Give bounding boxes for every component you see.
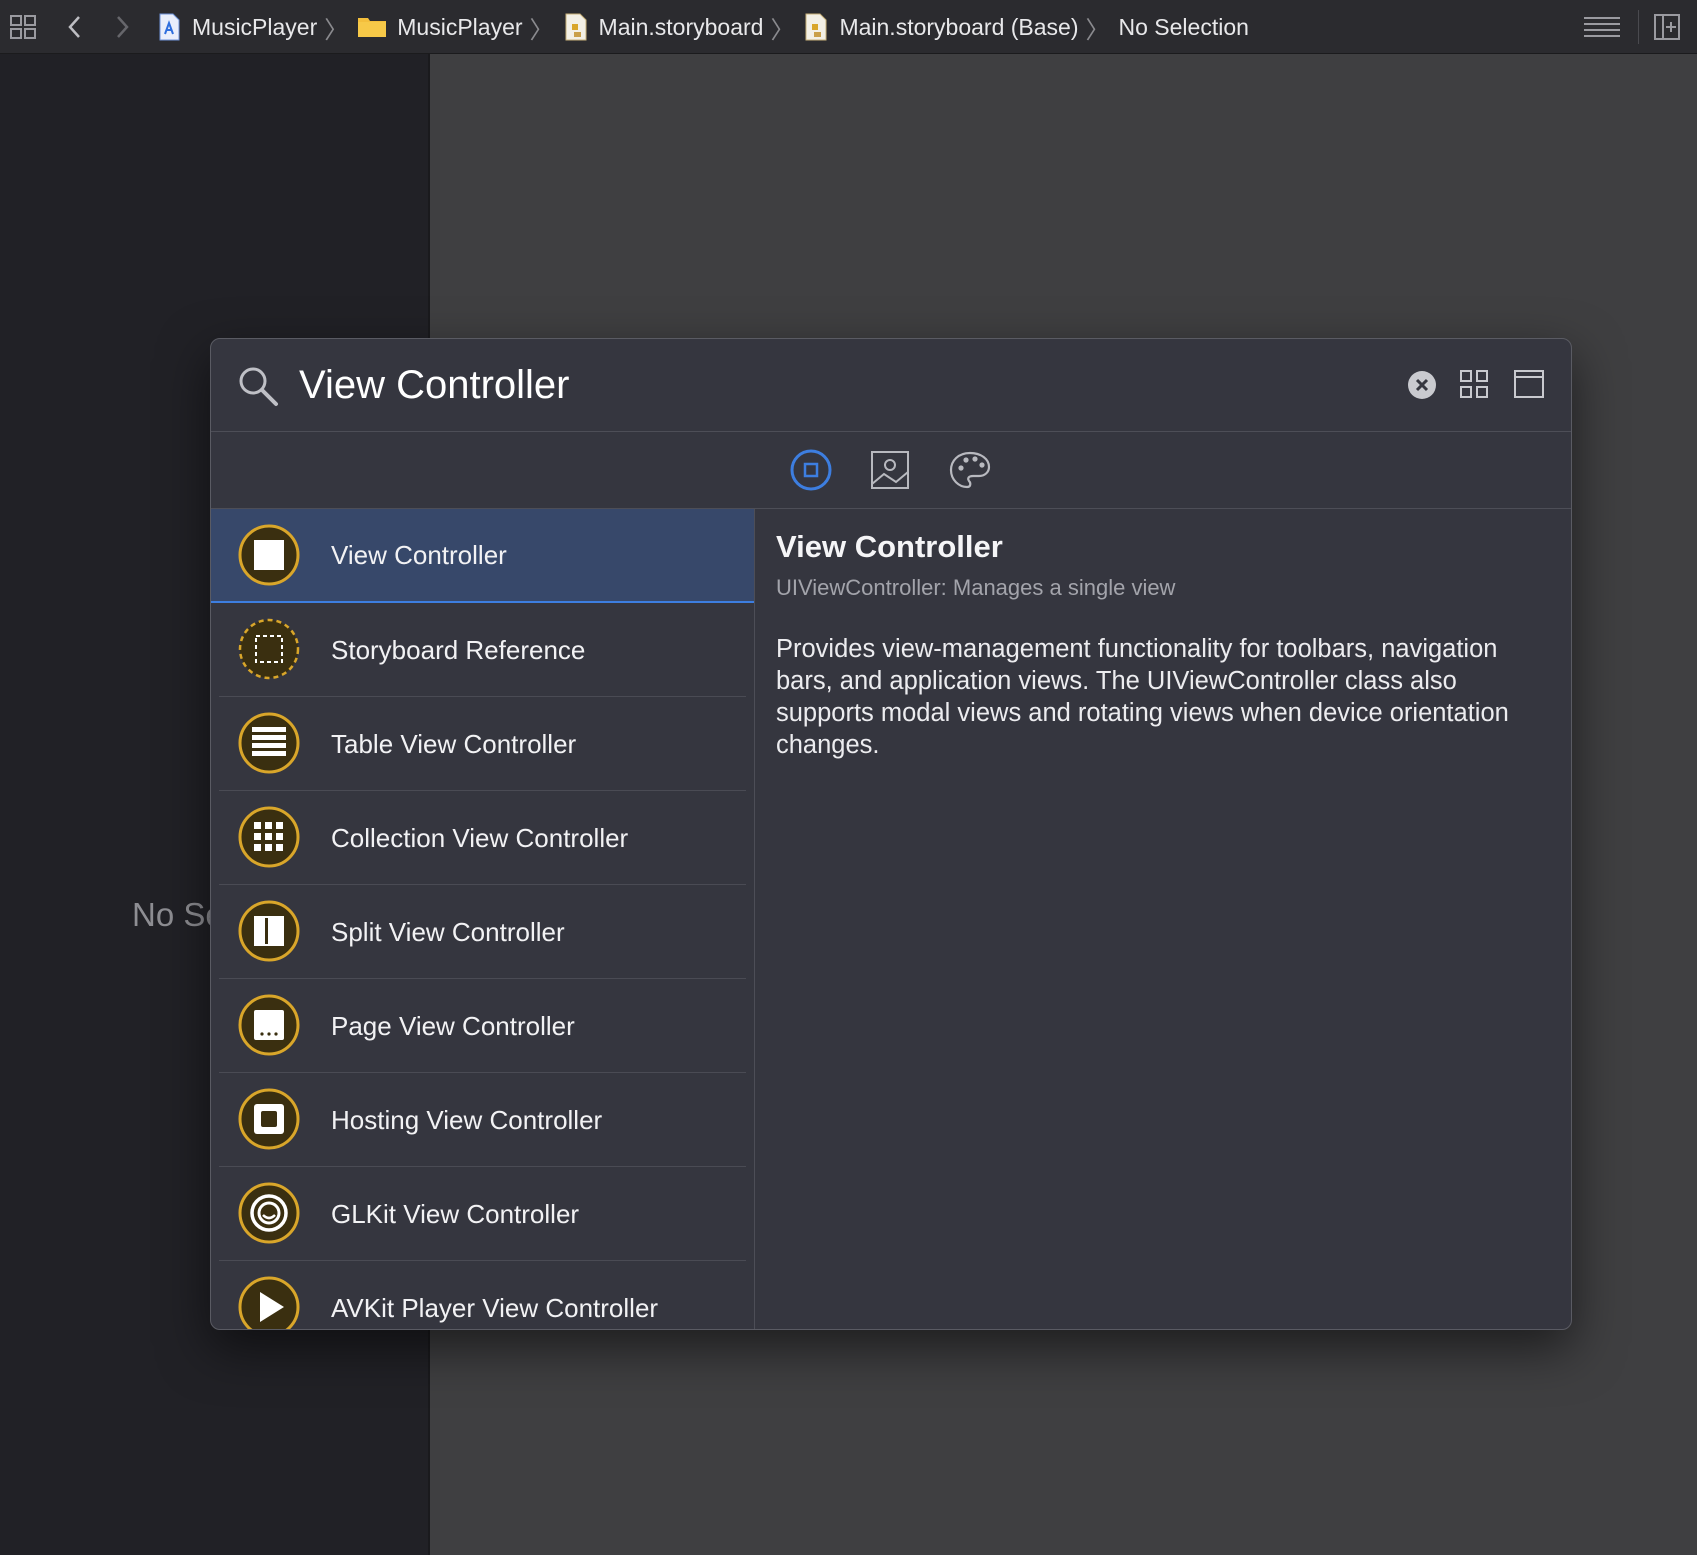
add-editor-icon[interactable] xyxy=(1652,12,1682,42)
list-item-label: Page View Controller xyxy=(331,1010,575,1041)
detail-panel-icon[interactable] xyxy=(1513,369,1545,399)
list-item[interactable]: Hosting View Controller xyxy=(211,1073,754,1167)
breadcrumb-storyboard[interactable]: Main.storyboard xyxy=(563,13,763,41)
breadcrumb-project[interactable]: MusicPlayer xyxy=(156,13,317,41)
library-search-input[interactable] xyxy=(299,357,1379,413)
project-icon xyxy=(156,13,182,41)
back-icon[interactable] xyxy=(60,12,90,42)
folder-icon xyxy=(357,13,387,41)
split-view-controller-icon xyxy=(238,900,300,962)
library-results-list: View Controller Storyboard Reference Tab… xyxy=(211,509,755,1329)
library-detail-pane: View Controller UIViewController: Manage… xyxy=(776,529,1546,761)
grid-view-icon[interactable] xyxy=(1459,369,1489,399)
glkit-view-controller-icon xyxy=(238,1182,300,1244)
list-item-label: Hosting View Controller xyxy=(331,1104,603,1135)
tab-media[interactable] xyxy=(868,448,912,492)
tab-colors[interactable] xyxy=(948,448,992,492)
objects-icon xyxy=(790,449,832,491)
breadcrumb-separator-icon: 〉 xyxy=(324,16,349,44)
document-items-icon[interactable] xyxy=(1584,12,1620,42)
palette-icon xyxy=(949,451,991,489)
storyboard-file-icon xyxy=(803,13,829,41)
forward-icon[interactable] xyxy=(107,12,137,42)
image-icon xyxy=(871,451,909,489)
list-item-label: Split View Controller xyxy=(331,916,565,947)
list-item-label: Collection View Controller xyxy=(331,822,629,853)
breadcrumb-separator-icon: 〉 xyxy=(770,16,795,44)
object-library-popover: View Controller Storyboard Reference Tab… xyxy=(210,338,1572,1330)
page-view-controller-icon xyxy=(238,994,300,1056)
list-item[interactable]: Page View Controller xyxy=(211,979,754,1073)
library-search-bar xyxy=(211,339,1571,432)
detail-subtitle: UIViewController: Manages a single view xyxy=(776,575,1176,600)
list-item-label: Storyboard Reference xyxy=(331,634,586,665)
breadcrumb-separator-icon: 〉 xyxy=(529,16,554,44)
breadcrumb-no-selection[interactable]: No Selection xyxy=(1119,14,1249,41)
collection-view-controller-icon xyxy=(238,806,300,868)
breadcrumb-folder[interactable]: MusicPlayer xyxy=(357,13,523,41)
list-item-label: GLKit View Controller xyxy=(331,1198,580,1229)
library-tabs xyxy=(211,432,1571,509)
list-item[interactable]: View Controller xyxy=(211,509,754,603)
list-item[interactable]: Collection View Controller xyxy=(211,791,754,885)
jump-bar: MusicPlayer 〉 MusicPlayer 〉 Main.storybo… xyxy=(0,0,1697,54)
storyboard-file-icon xyxy=(563,13,589,41)
breadcrumb-storyboard-base[interactable]: Main.storyboard (Base) xyxy=(803,13,1079,41)
breadcrumb: MusicPlayer 〉 MusicPlayer 〉 Main.storybo… xyxy=(156,0,1249,54)
table-view-controller-icon xyxy=(238,712,300,774)
toolbar-divider xyxy=(1638,10,1639,44)
search-icon xyxy=(237,365,279,412)
list-item[interactable]: Split View Controller xyxy=(211,885,754,979)
tab-objects[interactable] xyxy=(789,448,833,492)
storyboard-reference-icon xyxy=(238,618,300,680)
detail-title: View Controller xyxy=(776,529,1003,564)
breadcrumb-separator-icon: 〉 xyxy=(1085,16,1110,44)
view-controller-icon xyxy=(238,524,300,586)
list-item[interactable]: GLKit View Controller xyxy=(211,1167,754,1261)
avkit-player-icon xyxy=(238,1276,300,1329)
list-item[interactable]: AVKit Player View Controller xyxy=(211,1261,754,1329)
related-items-icon[interactable] xyxy=(8,12,38,42)
clear-search-icon[interactable] xyxy=(1407,370,1437,400)
detail-description: Provides view-management functionality f… xyxy=(776,635,1509,759)
list-item-label: Table View Controller xyxy=(331,728,577,759)
list-item[interactable]: Storyboard Reference xyxy=(211,603,754,697)
list-item-label: View Controller xyxy=(331,539,507,570)
list-item[interactable]: Table View Controller xyxy=(211,697,754,791)
list-item-label: AVKit Player View Controller xyxy=(331,1292,659,1323)
hosting-view-controller-icon xyxy=(238,1088,300,1150)
